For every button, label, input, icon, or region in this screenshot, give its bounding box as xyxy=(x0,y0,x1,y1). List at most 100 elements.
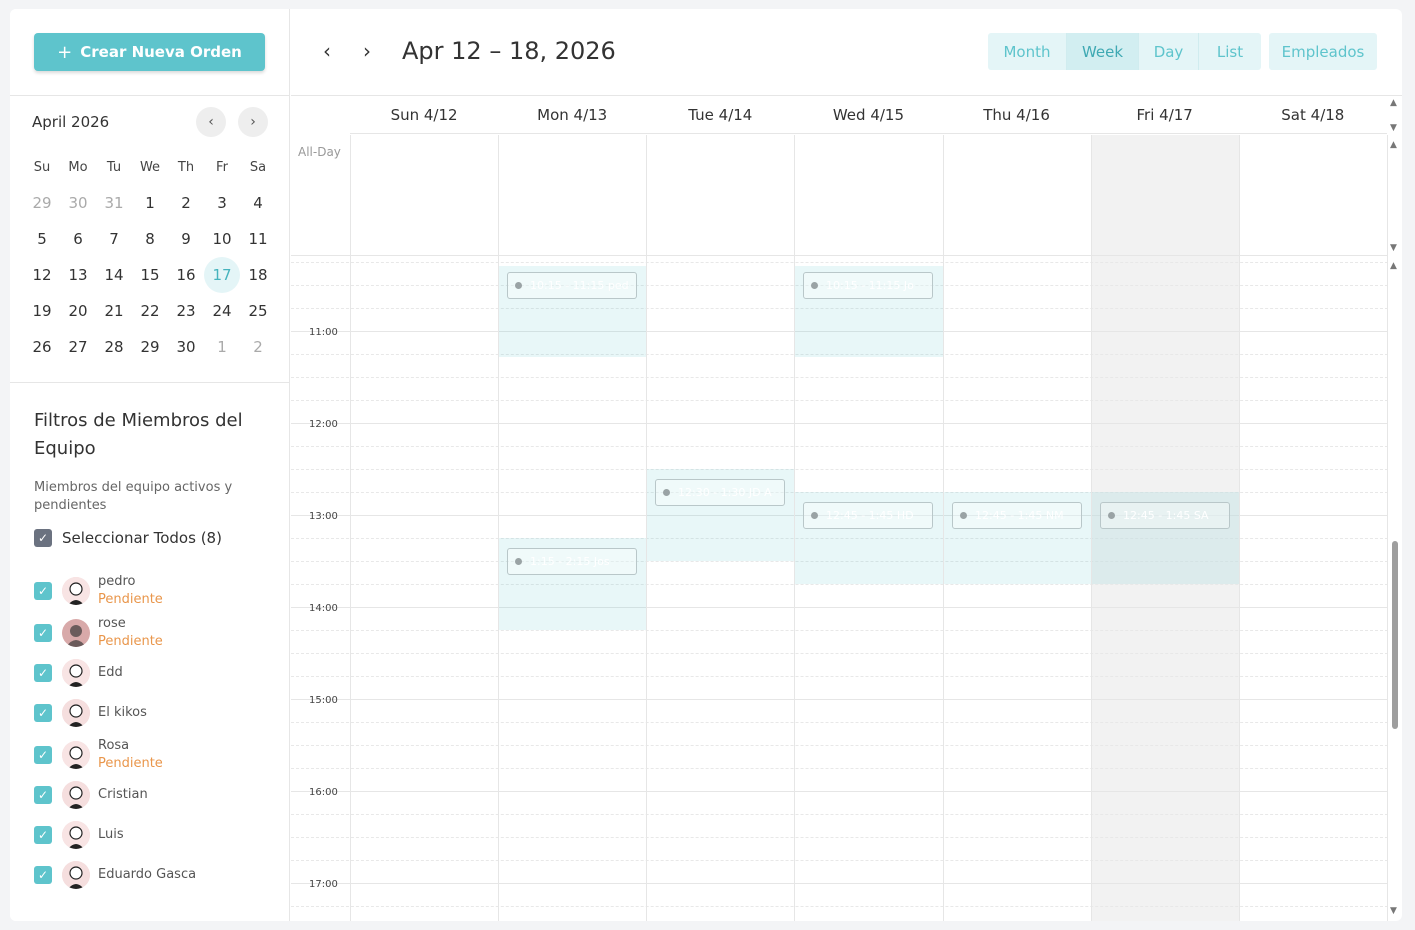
event-chip[interactable]: 12:45 - 1:45 NM xyxy=(952,502,1082,529)
next-week-button[interactable]: › xyxy=(363,39,371,63)
mini-calendar-day[interactable]: 15 xyxy=(132,257,168,293)
checkbox-icon[interactable]: ✓ xyxy=(34,866,52,884)
mini-calendar-day[interactable]: 7 xyxy=(96,221,132,257)
mini-calendar-day[interactable]: 2 xyxy=(240,329,276,365)
day-header[interactable]: Wed 4/15 xyxy=(794,96,942,133)
scroll-down-icon[interactable]: ▼ xyxy=(1390,123,1397,133)
mini-calendar-day[interactable]: 14 xyxy=(96,257,132,293)
mini-calendar-day[interactable]: 29 xyxy=(24,185,60,221)
member-item[interactable]: ✓ Eduardo Gasca xyxy=(34,861,196,889)
mini-calendar-day[interactable]: 21 xyxy=(96,293,132,329)
day-header[interactable]: Sat 4/18 xyxy=(1239,96,1387,133)
scrollbar[interactable]: ▲ ▼ ▲ ▼ ▲ ▼ xyxy=(1388,96,1402,921)
checkbox-icon[interactable]: ✓ xyxy=(34,826,52,844)
member-item[interactable]: ✓ Luis xyxy=(34,821,124,849)
scrollbar-thumb[interactable] xyxy=(1392,541,1398,729)
day-header[interactable]: Sun 4/12 xyxy=(350,96,498,133)
mini-calendar-day[interactable]: 11 xyxy=(240,221,276,257)
member-name: rose xyxy=(98,616,126,631)
mini-calendar-day[interactable]: 30 xyxy=(168,329,204,365)
weekday-label: We xyxy=(139,159,161,175)
mini-calendar-day[interactable]: 4 xyxy=(240,185,276,221)
weekday-label: Su xyxy=(33,159,51,175)
event-label: 10:15 - 11:15 Jo xyxy=(826,279,914,292)
view-week-button[interactable]: Week xyxy=(1067,33,1139,70)
member-name: Rosa xyxy=(98,738,130,753)
event-chip[interactable]: 10:15 - 11:15 Jo xyxy=(803,272,933,299)
member-item[interactable]: ✓ El kikos xyxy=(34,699,147,727)
member-item[interactable]: ✓ Cristian xyxy=(34,781,148,809)
mini-calendar-day[interactable]: 23 xyxy=(168,293,204,329)
mini-calendar-day[interactable]: 31 xyxy=(96,185,132,221)
mini-calendar-day[interactable]: 5 xyxy=(24,221,60,257)
prev-week-button[interactable]: ‹ xyxy=(323,39,331,63)
checkbox-icon: ✓ xyxy=(34,529,52,547)
mini-calendar-day[interactable]: 8 xyxy=(132,221,168,257)
mini-calendar-day[interactable]: 26 xyxy=(24,329,60,365)
checkbox-icon[interactable]: ✓ xyxy=(34,624,52,642)
day-header[interactable]: Thu 4/16 xyxy=(943,96,1091,133)
event-dot-icon xyxy=(1108,512,1115,519)
mini-calendar-day[interactable]: 9 xyxy=(168,221,204,257)
mini-calendar-day[interactable]: 30 xyxy=(60,185,96,221)
time-slot-line xyxy=(291,262,1388,263)
member-item[interactable]: ✓ pedro Pendiente xyxy=(34,573,163,609)
time-slot-line xyxy=(291,584,1388,585)
view-day-button[interactable]: Day xyxy=(1139,33,1199,70)
member-item[interactable]: ✓ Rosa Pendiente xyxy=(34,737,163,773)
mini-calendar-prev-button[interactable]: ‹ xyxy=(196,107,226,137)
checkbox-icon[interactable]: ✓ xyxy=(34,746,52,764)
mini-calendar-day[interactable]: 27 xyxy=(60,329,96,365)
event-chip[interactable]: 12:45 - 1:45 SA xyxy=(1100,502,1230,529)
scroll-down-icon[interactable]: ▼ xyxy=(1390,906,1397,916)
time-slot-line xyxy=(291,377,1388,378)
mini-calendar-day[interactable]: 6 xyxy=(60,221,96,257)
scroll-up-icon[interactable]: ▲ xyxy=(1390,98,1397,108)
mini-calendar-grid: Su Mo Tu We Th Fr Sa 29 30 31 1 2 3 4 5 6 7 8 9 10 11 12 13 14 1… xyxy=(24,157,276,365)
checkbox-icon[interactable]: ✓ xyxy=(34,704,52,722)
mini-calendar-day[interactable]: 25 xyxy=(240,293,276,329)
select-all-checkbox[interactable]: ✓ Seleccionar Todos (8) xyxy=(34,529,222,547)
time-slot-line xyxy=(291,400,1388,401)
member-item[interactable]: ✓ rose Pendiente xyxy=(34,615,163,651)
mini-calendar-day[interactable]: 17 xyxy=(204,257,240,293)
event-chip[interactable]: 12:45 - 1:45 HD xyxy=(803,502,933,529)
mini-calendar-day[interactable]: 29 xyxy=(132,329,168,365)
sidebar: + Crear Nueva Orden April 2026 ‹ › Su Mo T… xyxy=(10,9,290,921)
mini-calendar-day[interactable]: 28 xyxy=(96,329,132,365)
employees-button[interactable]: Empleados xyxy=(1269,33,1377,70)
mini-calendar-day[interactable]: 13 xyxy=(60,257,96,293)
mini-calendar-day[interactable]: 19 xyxy=(24,293,60,329)
event-chip[interactable]: 10:15 - 11:15 ped xyxy=(507,272,637,299)
checkbox-icon[interactable]: ✓ xyxy=(34,664,52,682)
day-header[interactable]: Tue 4/14 xyxy=(646,96,794,133)
mini-calendar-day[interactable]: 22 xyxy=(132,293,168,329)
new-order-button[interactable]: + Crear Nueva Orden xyxy=(34,33,265,71)
mini-calendar-day[interactable]: 10 xyxy=(204,221,240,257)
avatar xyxy=(62,861,90,889)
mini-calendar-day[interactable]: 24 xyxy=(204,293,240,329)
mini-calendar-day[interactable]: 20 xyxy=(60,293,96,329)
view-month-button[interactable]: Month xyxy=(988,33,1067,70)
day-header[interactable]: Fri 4/17 xyxy=(1091,96,1239,133)
mini-calendar-day[interactable]: 2 xyxy=(168,185,204,221)
checkbox-icon[interactable]: ✓ xyxy=(34,582,52,600)
member-status: Pendiente xyxy=(98,634,163,649)
event-chip[interactable]: 12:30 - 1:30 JD A xyxy=(655,479,785,506)
member-name: Cristian xyxy=(98,787,148,802)
scroll-down-icon[interactable]: ▼ xyxy=(1390,243,1397,253)
member-item[interactable]: ✓ Edd xyxy=(34,659,123,687)
view-list-button[interactable]: List xyxy=(1199,33,1261,70)
day-header[interactable]: Mon 4/13 xyxy=(498,96,646,133)
mini-calendar-day[interactable]: 18 xyxy=(240,257,276,293)
mini-calendar-day[interactable]: 16 xyxy=(168,257,204,293)
mini-calendar-next-button[interactable]: › xyxy=(238,107,268,137)
mini-calendar-day[interactable]: 3 xyxy=(204,185,240,221)
mini-calendar-day[interactable]: 1 xyxy=(204,329,240,365)
checkbox-icon[interactable]: ✓ xyxy=(34,786,52,804)
event-chip[interactable]: 1:15 - 2:15 Jos xyxy=(507,548,637,575)
mini-calendar-day[interactable]: 1 xyxy=(132,185,168,221)
scroll-up-icon[interactable]: ▲ xyxy=(1390,140,1397,150)
scroll-up-icon[interactable]: ▲ xyxy=(1390,261,1397,271)
mini-calendar-day[interactable]: 12 xyxy=(24,257,60,293)
